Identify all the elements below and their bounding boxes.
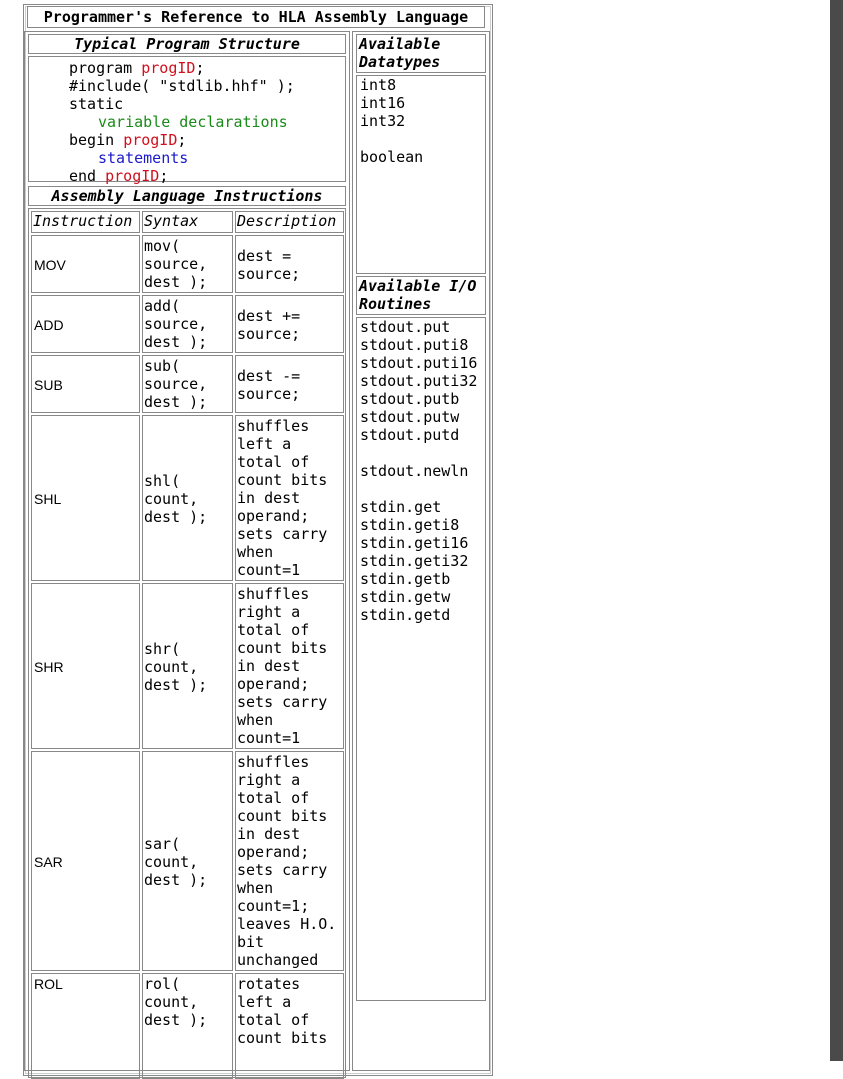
mnemonic-cell: SHL bbox=[31, 415, 140, 581]
description: shuffles left a total of count bits in d… bbox=[237, 417, 328, 579]
syntax-cell: add( source, dest ); bbox=[142, 295, 233, 353]
io-routines-list-cell: stdout.put stdout.puti8 stdout.puti16 st… bbox=[356, 317, 486, 1001]
scrollbar-track[interactable] bbox=[830, 0, 843, 1061]
syntax-cell: shl( count, dest ); bbox=[142, 415, 233, 581]
program-token-red: progID bbox=[141, 59, 196, 77]
description: dest -= source; bbox=[237, 367, 301, 403]
io-routines-heading-cell: Available I/O Routines bbox=[356, 276, 486, 315]
mnemonic-cell: ROL bbox=[31, 973, 140, 1079]
description: dest = source; bbox=[237, 247, 301, 283]
syntax-cell: shr( count, dest ); bbox=[142, 583, 233, 749]
program-line: #include( "stdlib.hhf" ); bbox=[69, 77, 295, 95]
syntax-cell: sub( source, dest ); bbox=[142, 355, 233, 413]
right-column: Available Datatypes int8 int16 int32 boo… bbox=[352, 31, 490, 1071]
description: shuffles right a total of count bits in … bbox=[237, 753, 337, 969]
program-token-blue: statements bbox=[98, 149, 189, 167]
program-structure-heading-cell: Typical Program Structure bbox=[28, 34, 346, 54]
column-header-description: Description bbox=[235, 211, 344, 233]
mnemonic: MOV bbox=[34, 257, 66, 273]
program-line: program progID; bbox=[69, 59, 204, 77]
description-cell: rotates left a total of count bits bbox=[235, 973, 344, 1079]
datatypes-list-cell: int8 int16 int32 boolean bbox=[356, 75, 486, 274]
mnemonic-cell: ADD bbox=[31, 295, 140, 353]
program-structure-body: program progID; #include( "stdlib.hhf" );… bbox=[28, 56, 346, 185]
mnemonic: ROL bbox=[34, 976, 63, 992]
program-token-red: progID bbox=[105, 167, 160, 185]
description-cell: dest = source; bbox=[235, 235, 344, 293]
program-line: variable declarations bbox=[98, 113, 288, 131]
mnemonic: SHR bbox=[34, 659, 64, 675]
syntax-cell: mov( source, dest ); bbox=[142, 235, 233, 293]
mnemonic: SUB bbox=[34, 377, 63, 393]
mnemonic-cell: SAR bbox=[31, 751, 140, 971]
program-token: static bbox=[69, 95, 124, 113]
mnemonic: SHL bbox=[34, 491, 62, 507]
program-structure-heading: Typical Program Structure bbox=[74, 35, 300, 53]
syntax: shl( count, dest ); bbox=[144, 472, 208, 526]
mnemonic-cell: MOV bbox=[31, 235, 140, 293]
left-column: Typical Program Structure program progID… bbox=[24, 31, 350, 1079]
page-title: Programmer's Reference to HLA Assembly L… bbox=[27, 6, 485, 28]
program-line: end progID; bbox=[69, 167, 168, 185]
io-routines-list: stdout.put stdout.puti8 stdout.puti16 st… bbox=[360, 318, 478, 624]
program-line: static bbox=[69, 95, 123, 113]
description-cell: dest += source; bbox=[235, 295, 344, 353]
program-token-red: progID bbox=[123, 131, 178, 149]
program-token-green: variable declarations bbox=[98, 113, 288, 131]
syntax-cell: rol( count, dest ); bbox=[142, 973, 233, 1079]
program-line: begin progID; bbox=[69, 131, 186, 149]
mnemonic: SAR bbox=[34, 854, 63, 870]
description: shuffles right a total of count bits in … bbox=[237, 585, 328, 747]
description-cell: shuffles left a total of count bits in d… bbox=[235, 415, 344, 581]
syntax: rol( count, dest ); bbox=[144, 975, 208, 1029]
description-cell: shuffles right a total of count bits in … bbox=[235, 751, 344, 971]
instructions-heading-cell: Assembly Language Instructions bbox=[28, 186, 346, 206]
syntax: mov( source, dest ); bbox=[144, 237, 208, 291]
description-cell: dest -= source; bbox=[235, 355, 344, 413]
instructions-table: Instruction Syntax Description MOV mov( sour… bbox=[28, 208, 346, 1079]
program-line: statements bbox=[98, 149, 188, 167]
program-token: ; bbox=[177, 131, 187, 149]
datatypes-heading: Available Datatypes bbox=[359, 35, 441, 71]
program-token: program bbox=[69, 59, 142, 77]
column-header-syntax: Syntax bbox=[142, 211, 233, 233]
instructions-heading: Assembly Language Instructions bbox=[51, 187, 323, 205]
datatypes-heading-cell: Available Datatypes bbox=[356, 34, 486, 73]
program-token: ; bbox=[195, 59, 205, 77]
syntax-cell: sar( count, dest ); bbox=[142, 751, 233, 971]
program-token: begin bbox=[69, 131, 124, 149]
program-token: #include( "stdlib.hhf" ); bbox=[69, 77, 295, 95]
syntax: sub( source, dest ); bbox=[144, 357, 208, 411]
description: rotates left a total of count bits bbox=[237, 975, 328, 1047]
syntax: sar( count, dest ); bbox=[144, 835, 208, 889]
syntax: add( source, dest ); bbox=[144, 297, 208, 351]
description: dest += source; bbox=[237, 307, 301, 343]
mnemonic-cell: SHR bbox=[31, 583, 140, 749]
program-token: ; bbox=[159, 167, 169, 185]
mnemonic: ADD bbox=[34, 317, 64, 333]
syntax: shr( count, dest ); bbox=[144, 640, 208, 694]
description-cell: shuffles right a total of count bits in … bbox=[235, 583, 344, 749]
mnemonic-cell: SUB bbox=[31, 355, 140, 413]
program-token: end bbox=[69, 167, 106, 185]
datatypes-list: int8 int16 int32 boolean bbox=[360, 76, 424, 166]
io-routines-heading: Available I/O Routines bbox=[359, 277, 477, 313]
column-header-instruction: Instruction bbox=[31, 211, 140, 233]
